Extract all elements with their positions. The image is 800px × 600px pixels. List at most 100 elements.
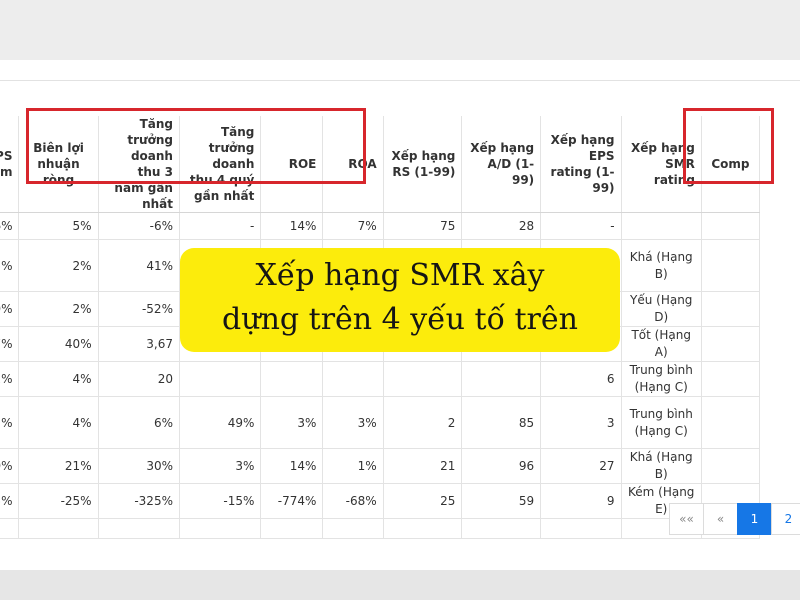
table-cell (701, 448, 761, 484)
table-cell (461, 518, 542, 539)
callout-line-2: dựng trên 4 yếu tố trên (222, 302, 578, 337)
table-cell: 27 (540, 448, 622, 484)
table-cell: 25 (383, 483, 463, 519)
table-cell: 3% (179, 448, 262, 484)
table-cell: 2 (383, 396, 463, 449)
table-cell (383, 361, 463, 397)
table-cell: 3% (260, 396, 324, 449)
table-cell: Trung bình (Hạng C) (621, 361, 702, 397)
table-cell: 3 (540, 396, 622, 449)
table-cell (701, 326, 761, 362)
table-cell: 25% (0, 239, 20, 292)
table-cell (260, 361, 324, 397)
table-cell: 96 (461, 448, 542, 484)
column-header[interactable]: EPS năm (0, 116, 20, 213)
page-1-button[interactable]: 1 (737, 503, 772, 535)
table-cell: -774% (260, 483, 324, 519)
table-cell: -25% (18, 483, 99, 519)
table-cell (322, 518, 384, 539)
table-cell: -15% (179, 483, 262, 519)
table-cell: 4% (18, 396, 99, 449)
panel-divider (0, 80, 800, 81)
table-cell (322, 361, 384, 397)
table-cell: 41% (98, 239, 180, 292)
table-cell: 20 (98, 361, 180, 397)
table-row: 25%-25%-325%-15%-774%-68%25599Kém (Hạng … (0, 483, 761, 519)
page-2-button[interactable]: 2 (771, 503, 800, 535)
table-cell (179, 518, 262, 539)
table-cell: Trung bình (Hạng C) (621, 396, 702, 449)
table-cell: 40% (18, 326, 99, 362)
table-cell: 5% (18, 212, 99, 240)
pagination: «« « 1 2 (669, 503, 800, 535)
table-cell: 85 (461, 396, 542, 449)
callout-banner: Xếp hạng SMR xây dựng trên 4 yếu tố trên (180, 248, 620, 352)
table-cell: -325% (98, 483, 180, 519)
table-cell: - (540, 212, 622, 240)
table-cell (179, 361, 262, 397)
table-cell: 3% (322, 396, 384, 449)
table-row: -6%5%-6%-14%7%7528- (0, 212, 761, 240)
table-cell: -6% (98, 212, 180, 240)
top-bar (0, 0, 800, 60)
table-cell: Yếu (Hạng D) (621, 291, 702, 327)
table-row: 12%4%6%49%3%3%2853Trung bình (Hạng C) (0, 396, 761, 449)
table-cell (18, 518, 99, 539)
table-cell: 25% (0, 483, 20, 519)
table-cell: 49% (179, 396, 262, 449)
highlight-box-smr (683, 108, 774, 184)
table-cell: 14% (260, 212, 324, 240)
table-cell: 3,67 (98, 326, 180, 362)
table-cell (383, 518, 463, 539)
table-cell: 59 (461, 483, 542, 519)
table-cell: 19% (0, 448, 20, 484)
table-cell (701, 212, 761, 240)
highlight-box-factors (26, 108, 366, 184)
column-header[interactable]: Xếp hạng EPS rating (1-99) (540, 116, 622, 213)
table-cell (540, 518, 622, 539)
table-cell (98, 518, 180, 539)
table-cell: 4% (18, 361, 99, 397)
callout-line-1: Xếp hạng SMR xây (255, 258, 545, 293)
table-cell: 28 (461, 212, 542, 240)
table-row: 11%4%20 6Trung bình (Hạng C) (0, 361, 761, 397)
table-cell: 2% (18, 239, 99, 292)
table-cell: 12% (0, 396, 20, 449)
table-cell: 59% (0, 291, 20, 327)
column-header[interactable]: Xếp hạng A/D (1-99) (461, 116, 542, 213)
table-cell (260, 518, 324, 539)
table-cell: 14% (260, 448, 324, 484)
table-cell (701, 291, 761, 327)
bottom-bar (0, 570, 800, 600)
table-cell: - (179, 212, 262, 240)
table-cell: 75 (383, 212, 463, 240)
table-cell (701, 239, 761, 292)
column-header[interactable]: Xếp hạng RS (1-99) (383, 116, 463, 213)
table-row (0, 518, 761, 539)
table-cell: 7% (322, 212, 384, 240)
prev-page-button[interactable]: « (703, 503, 738, 535)
table-cell: 21 (383, 448, 463, 484)
table-cell: 6 (540, 361, 622, 397)
table-cell: Tốt (Hạng A) (621, 326, 702, 362)
table-cell: -52% (98, 291, 180, 327)
table-cell: Khá (Hạng B) (621, 448, 702, 484)
table-cell: 21% (18, 448, 99, 484)
table-row: 19%21%30%3%14%1%219627Khá (Hạng B) (0, 448, 761, 484)
table-cell (701, 361, 761, 397)
table-cell (0, 518, 20, 539)
table-cell (621, 212, 702, 240)
table-cell: Khá (Hạng B) (621, 239, 702, 292)
table-cell: 9 (540, 483, 622, 519)
table-cell (461, 361, 542, 397)
table-cell: 37% (0, 326, 20, 362)
table-cell: 30% (98, 448, 180, 484)
first-page-button[interactable]: «« (669, 503, 704, 535)
table-cell: -68% (322, 483, 384, 519)
table-cell: 2% (18, 291, 99, 327)
table-cell: 1% (322, 448, 384, 484)
table-cell (701, 396, 761, 449)
table-cell: -6% (0, 212, 20, 240)
table-cell: 11% (0, 361, 20, 397)
table-cell: 6% (98, 396, 180, 449)
